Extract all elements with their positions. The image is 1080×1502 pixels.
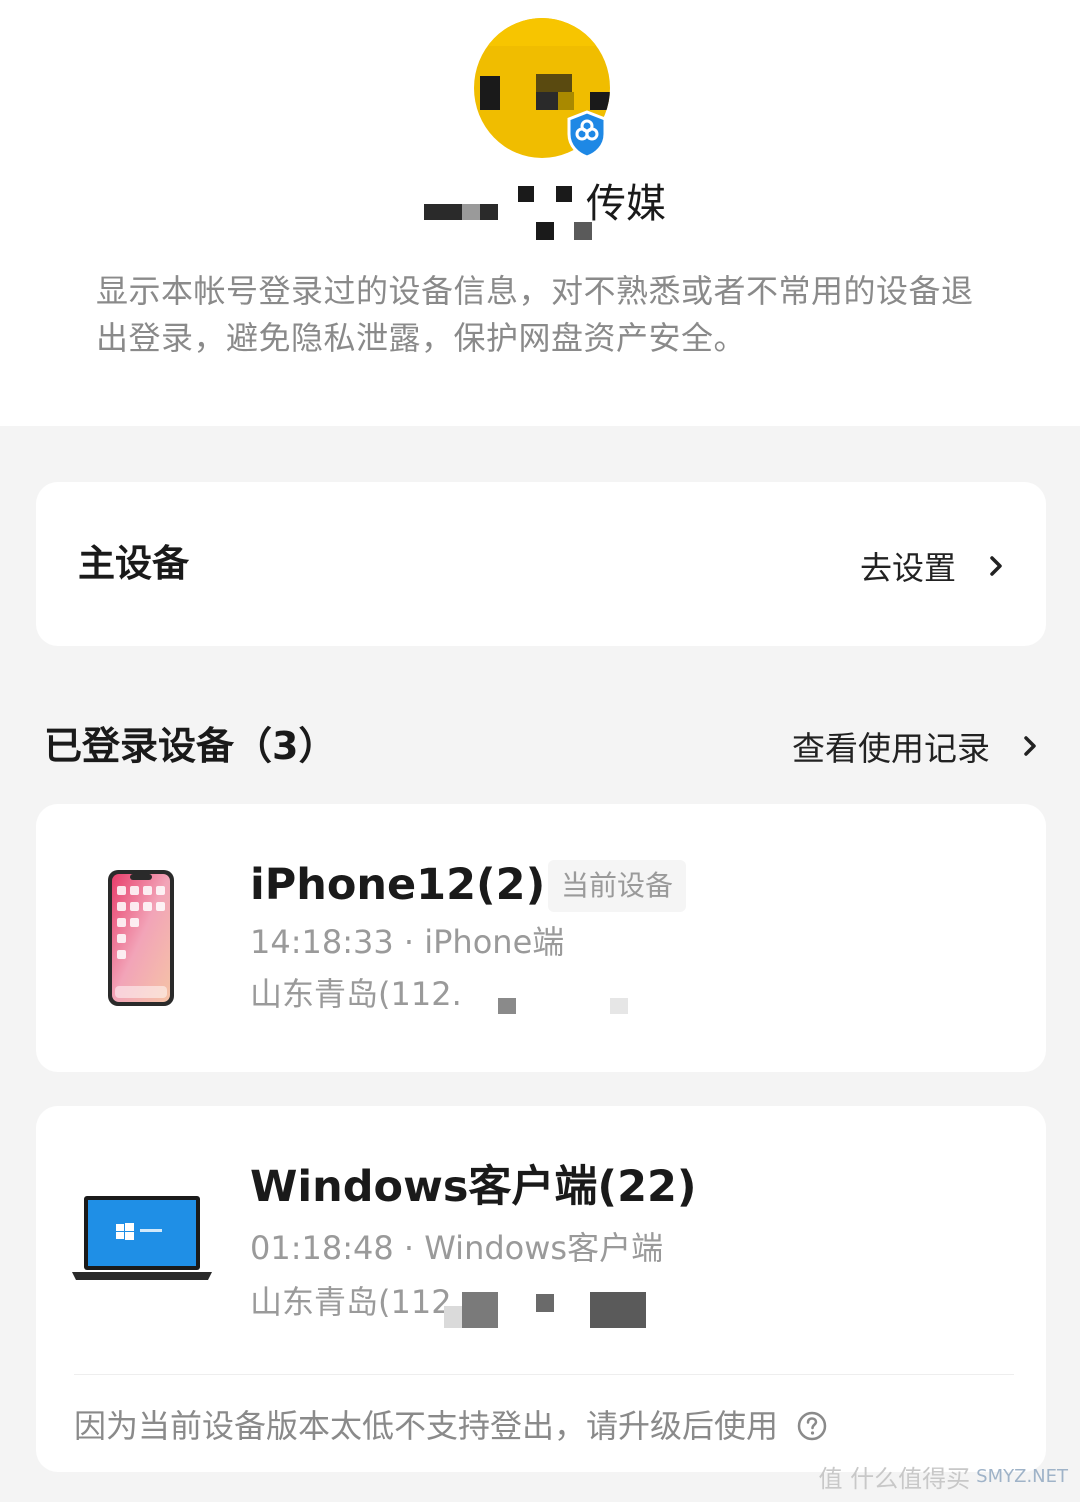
device-login-time: 01:18:48 · Windows客户端 <box>250 1229 664 1267</box>
verified-shield-icon <box>566 110 608 159</box>
logout-unsupported-text: 因为当前设备版本太低不支持登出，请升级后使用 <box>74 1407 779 1445</box>
device-login-time: 14:18:33 · iPhone端 <box>250 923 565 961</box>
watermark: 值 什么值得买 SMYZ.NET <box>819 1459 1068 1494</box>
go-settings-label: 去设置 <box>859 549 956 587</box>
go-settings-link[interactable]: 去设置 <box>860 542 1006 590</box>
redacted-ip-mosaic <box>462 1292 498 1328</box>
redacted-ip-mosaic <box>444 1306 462 1328</box>
main-device-title: 主设备 <box>78 542 189 585</box>
help-question-icon[interactable] <box>796 1410 828 1442</box>
device-card-windows[interactable]: Windows客户端(22) 01:18:48 · Windows客户端 山东青… <box>36 1106 1046 1472</box>
watermark-url: SMYZ.NET <box>976 1466 1068 1487</box>
redacted-ip-mosaic <box>590 1292 646 1328</box>
iphone-icon <box>108 870 174 1006</box>
view-usage-records-link[interactable]: 查看使用记录 <box>792 720 1040 772</box>
device-location: 山东青岛(112. <box>250 975 462 1013</box>
redacted-ip-mosaic <box>610 998 628 1014</box>
device-location: 山东青岛(112 <box>250 1283 452 1321</box>
logged-devices-header: 已登录设备（3） 查看使用记录 <box>44 716 1040 776</box>
device-info-description: 显示本帐号登录过的设备信息，对不熟悉或者不常用的设备退出登录，避免隐私泄露，保护… <box>96 272 974 357</box>
main-device-card[interactable]: 主设备 去设置 <box>36 482 1046 646</box>
redacted-ip-mosaic <box>536 1294 554 1312</box>
chevron-right-icon <box>990 556 1002 576</box>
device-name: Windows客户端(22) <box>250 1162 697 1212</box>
laptop-icon <box>72 1196 212 1280</box>
logout-unsupported-note: 因为当前设备版本太低不支持登出，请升级后使用 <box>74 1402 828 1450</box>
profile-header: 传媒 显示本帐号登录过的设备信息，对不熟悉或者不常用的设备退出登录，避免隐私泄露… <box>0 0 1080 426</box>
current-device-badge: 当前设备 <box>548 860 686 912</box>
device-name: iPhone12(2) <box>250 860 546 910</box>
logged-devices-title: 已登录设备（3） <box>44 724 337 768</box>
username-suffix: 传媒 <box>586 181 666 227</box>
device-card-iphone[interactable]: iPhone12(2) 当前设备 14:18:33 · iPhone端 山东青岛… <box>36 804 1046 1072</box>
card-divider <box>74 1374 1014 1375</box>
redacted-ip-mosaic <box>498 998 516 1014</box>
view-usage-records-label: 查看使用记录 <box>792 729 990 768</box>
username: 传媒 <box>420 178 720 248</box>
chevron-right-icon <box>1024 736 1036 756</box>
avatar[interactable] <box>474 18 610 159</box>
watermark-text: 值 什么值得买 <box>818 1465 971 1493</box>
